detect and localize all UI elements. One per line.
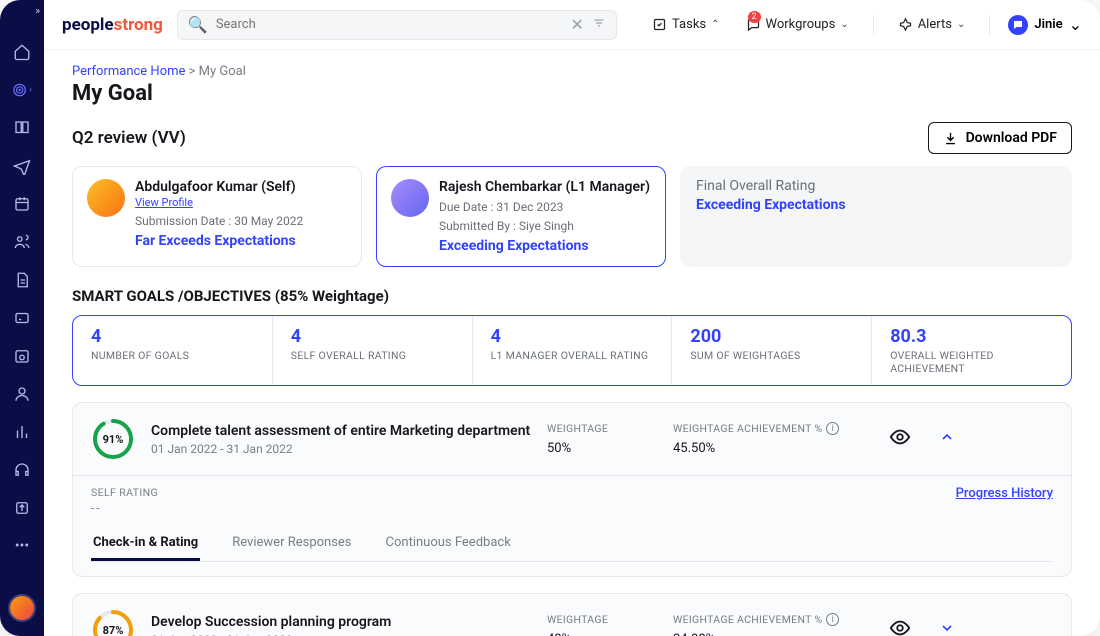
- tab-feedback[interactable]: Continuous Feedback: [384, 527, 513, 561]
- goal-title: Complete talent assessment of entire Mar…: [151, 423, 531, 439]
- workgroups-badge: 2: [748, 11, 761, 23]
- breadcrumb-current: My Goal: [199, 64, 246, 79]
- alerts-menu[interactable]: Alerts⌄: [892, 17, 972, 32]
- download-icon: [943, 131, 958, 146]
- due-date: Due Date : 31 Dec 2023: [439, 200, 650, 214]
- breadcrumb-root[interactable]: Performance Home: [72, 64, 185, 79]
- tab-reviewer[interactable]: Reviewer Responses: [230, 527, 353, 561]
- final-rating-label: Final Overall Rating: [696, 178, 1056, 194]
- chevron-down-icon[interactable]: [939, 620, 955, 636]
- chevron-up-icon[interactable]: [939, 429, 955, 449]
- clear-icon[interactable]: ✕: [570, 15, 583, 34]
- sidebar-avatar[interactable]: [8, 594, 36, 622]
- stat-item: 4NUMBER OF GOALS: [73, 316, 273, 385]
- card-icon[interactable]: [12, 308, 32, 328]
- more-icon[interactable]: •••: [12, 536, 32, 556]
- search-input[interactable]: [216, 17, 563, 32]
- info-icon[interactable]: i: [826, 613, 839, 626]
- breadcrumb: Performance Home > My Goal: [72, 64, 1072, 79]
- final-rating-value: Exceeding Expectations: [696, 197, 1056, 213]
- self-rating-value: --: [91, 501, 1053, 515]
- schedule-icon[interactable]: [12, 346, 32, 366]
- rating: Exceeding Expectations: [439, 238, 650, 254]
- export-icon[interactable]: [12, 498, 32, 518]
- goal-title: Develop Succession planning program: [151, 614, 531, 630]
- submitted-by: Submitted By : Siye Singh: [439, 219, 650, 233]
- avatar: [87, 179, 125, 217]
- final-rating-card: Final Overall Rating Exceeding Expectati…: [680, 166, 1072, 267]
- goal-tabs: Check-in & Rating Reviewer Responses Con…: [91, 527, 1053, 562]
- book-icon[interactable]: [12, 118, 32, 138]
- search-box[interactable]: 🔍 ✕: [177, 10, 617, 40]
- page-title: My Goal: [72, 81, 1072, 106]
- logo: peoplestrong: [62, 15, 163, 35]
- goal-dates: 01 Jan 2022 - 31 Jan 2022: [151, 633, 531, 636]
- plane-icon[interactable]: [12, 156, 32, 176]
- section-title: SMART GOALS /OBJECTIVES (85% Weightage): [72, 287, 1072, 305]
- target-icon[interactable]: ›: [12, 80, 32, 100]
- info-icon[interactable]: i: [826, 422, 839, 435]
- divider: [989, 15, 990, 35]
- stat-item: 4L1 MANAGER OVERALL RATING: [473, 316, 673, 385]
- review-title: Q2 review (VV): [72, 128, 186, 148]
- expand-icon[interactable]: »: [35, 6, 40, 17]
- stat-item: 80.3OVERALL WEIGHTED ACHIEVEMENT: [872, 316, 1071, 385]
- chart-icon[interactable]: [12, 422, 32, 442]
- calendar-icon[interactable]: [12, 194, 32, 214]
- tab-checkin[interactable]: Check-in & Rating: [91, 527, 200, 561]
- filter-icon[interactable]: [592, 15, 606, 34]
- progress-ring: 91%: [91, 417, 135, 461]
- sidebar: » › •••: [0, 0, 44, 636]
- self-rating-label: SELF RATING: [91, 486, 1053, 499]
- participant-name: Rajesh Chembarkar (L1 Manager): [439, 179, 650, 195]
- search-icon: 🔍: [188, 15, 208, 34]
- goal-card: 91% Complete talent assessment of entire…: [72, 402, 1072, 577]
- participant-card-manager[interactable]: Rajesh Chembarkar (L1 Manager) Due Date …: [376, 166, 666, 267]
- eye-icon[interactable]: [889, 426, 911, 452]
- stat-item: 200SUM OF WEIGHTAGES: [672, 316, 872, 385]
- progress-history-link[interactable]: Progress History: [956, 486, 1053, 501]
- goal-dates: 01 Jan 2022 - 31 Jan 2022: [151, 442, 531, 456]
- topbar: peoplestrong 🔍 ✕ Tasks⌃ 2 Workgroups⌄ Al…: [44, 0, 1100, 50]
- chat-icon: [1008, 15, 1028, 35]
- workgroups-menu[interactable]: 2 Workgroups⌄: [740, 17, 855, 32]
- user-icon[interactable]: [12, 384, 32, 404]
- participant-card-self[interactable]: Abdulgafoor Kumar (Self) View Profile Su…: [72, 166, 362, 267]
- rating: Far Exceeds Expectations: [135, 233, 303, 249]
- participant-name: Abdulgafoor Kumar (Self): [135, 179, 303, 195]
- progress-ring: 87%: [91, 608, 135, 636]
- tasks-menu[interactable]: Tasks⌃: [646, 17, 726, 32]
- download-pdf-button[interactable]: Download PDF: [928, 122, 1072, 154]
- document-icon[interactable]: [12, 270, 32, 290]
- stat-item: 4SELF OVERALL RATING: [273, 316, 473, 385]
- headset-icon[interactable]: [12, 460, 32, 480]
- divider: [873, 15, 874, 35]
- view-profile-link[interactable]: View Profile: [135, 196, 303, 209]
- avatar: [391, 179, 429, 217]
- people-icon[interactable]: [12, 232, 32, 252]
- submission-date: Submission Date : 30 May 2022: [135, 214, 303, 228]
- goal-card: 87% Develop Succession planning program …: [72, 593, 1072, 636]
- user-menu[interactable]: Jinie⌄: [1008, 15, 1082, 35]
- home-icon[interactable]: [12, 42, 32, 62]
- stats-bar: 4NUMBER OF GOALS 4SELF OVERALL RATING 4L…: [72, 315, 1072, 386]
- eye-icon[interactable]: [889, 617, 911, 636]
